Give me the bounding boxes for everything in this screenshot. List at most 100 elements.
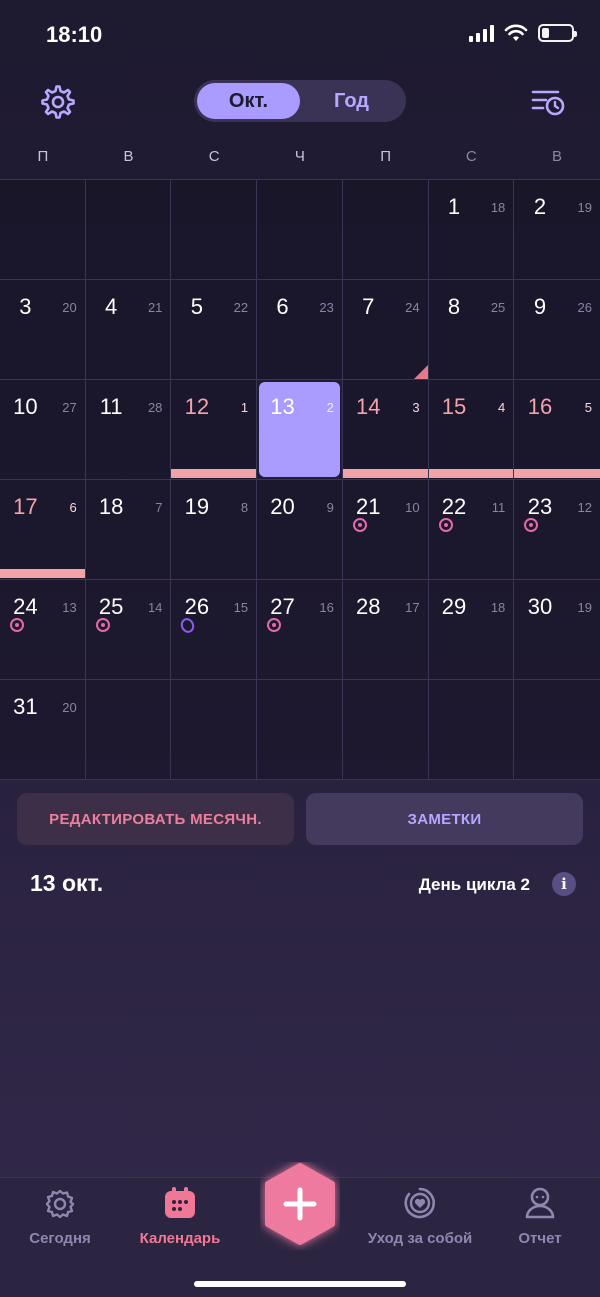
cycle-day-number: 21	[147, 300, 163, 315]
weekday-label: С	[465, 148, 477, 165]
tab-today[interactable]: Сегодня	[0, 1178, 120, 1258]
day-number: 12	[184, 394, 210, 419]
calendar-day-cell[interactable]: 26 15	[171, 580, 258, 680]
calendar-day-cell[interactable]: 18 7	[85, 480, 172, 580]
period-bar	[0, 569, 85, 578]
tab-calendar[interactable]: Календарь	[120, 1178, 240, 1258]
calendar-day-cell[interactable]: 30 19	[514, 580, 600, 680]
tab-label: Календарь	[139, 1230, 221, 1247]
calendar-day-cell[interactable]: 12 1	[171, 380, 258, 480]
day-number: 30	[527, 594, 553, 619]
calendar-day-cell[interactable]: 9 26	[514, 280, 600, 380]
day-number: 2	[533, 194, 547, 219]
day-number: 20	[270, 494, 295, 519]
day-number: 1	[447, 194, 461, 219]
calendar-day-cell[interactable]: 15 4	[428, 380, 515, 480]
calendar-empty-cell	[257, 180, 343, 280]
calendar-day-cell[interactable]: 19 8	[171, 480, 258, 580]
weekday-header: П В С Ч П С В	[0, 148, 600, 165]
day-number: 3	[19, 294, 32, 319]
day-number: 24	[13, 594, 38, 619]
calendar-day-cell[interactable]: 4 21	[85, 280, 172, 380]
day-number: 29	[441, 594, 467, 619]
cycle-day-number: 1	[240, 400, 249, 415]
tab-report[interactable]: Отчет	[480, 1178, 600, 1258]
calendar-day-cell[interactable]: 5 22	[171, 280, 258, 380]
cycle-day-number: 3	[412, 400, 420, 415]
edit-period-button[interactable]: РЕДАКТИРОВАТЬ МЕСЯЧН.	[17, 793, 294, 845]
day-number: 28	[356, 594, 381, 619]
tab-label: Отчет	[518, 1230, 562, 1247]
top-bar: Окт. Год	[0, 78, 600, 124]
day-number: 15	[441, 394, 467, 419]
signal-icon	[469, 24, 494, 42]
year-view-tab[interactable]: Год	[300, 83, 403, 119]
period-start-marker-icon	[413, 365, 428, 379]
ovulation-icon	[10, 618, 24, 632]
calendar-day-cell[interactable]: 16 5	[514, 380, 600, 480]
cycle-day-number: 22	[233, 300, 249, 315]
calendar-day-cell[interactable]: 20 9	[257, 480, 343, 580]
list-clock-icon	[531, 90, 565, 116]
calendar-day-cell[interactable]: 6 23	[257, 280, 343, 380]
weekday-label: П	[380, 148, 391, 165]
calendar-day-cell[interactable]: 24 13	[0, 580, 86, 680]
cycle-day-number: 9	[326, 500, 334, 515]
calendar-day-cell[interactable]: 29 18	[428, 580, 515, 680]
calendar-day-cell[interactable]: 14 3	[342, 380, 429, 480]
calendar-day-cell[interactable]: 2 19	[514, 180, 600, 280]
period-bar	[342, 469, 428, 478]
tab-self-care[interactable]: Уход за собой	[360, 1178, 480, 1258]
info-icon[interactable]: i	[552, 872, 576, 896]
calendar-day-cell[interactable]: 21 10	[342, 480, 429, 580]
calendar-day-cell[interactable]: 13 2	[257, 380, 343, 480]
day-number: 7	[362, 294, 375, 319]
cycle-day-number: 15	[233, 600, 249, 615]
month-view-tab[interactable]: Окт.	[197, 83, 300, 119]
calendar-day-cell[interactable]: 7 24	[342, 280, 429, 380]
ovulation-icon	[95, 618, 110, 632]
day-number: 31	[13, 694, 38, 719]
weekday-label: С	[208, 148, 220, 165]
cycle-day-number: 23	[319, 300, 334, 315]
cycle-day-number: 13	[62, 600, 77, 615]
day-number: 17	[13, 494, 38, 519]
day-number: 23	[527, 494, 553, 519]
calendar-grid: 1 18 2 19 3 20 4 21 5 22 6 23 7 24 8 25 9 26 10 27 11 28 12 1 13…	[0, 179, 600, 780]
wifi-icon	[504, 24, 528, 41]
cycle-day-number: 14	[147, 600, 163, 615]
cycle-day-number: 24	[405, 300, 420, 315]
calendar-empty-cell	[514, 680, 600, 780]
calendar-day-cell[interactable]: 1 18	[428, 180, 515, 280]
day-number: 9	[533, 294, 547, 319]
cycle-day-number: 20	[62, 300, 77, 315]
notes-button[interactable]: ЗАМЕТКИ	[306, 793, 583, 845]
cycle-day-number: 26	[577, 300, 592, 315]
calendar-day-cell[interactable]: 25 14	[85, 580, 172, 680]
cycle-day-number: 16	[319, 600, 334, 615]
day-number: 21	[356, 494, 381, 519]
calendar-day-cell[interactable]: 22 11	[428, 480, 515, 580]
cycle-day-number: 19	[577, 200, 592, 215]
calendar-day-cell[interactable]: 8 25	[428, 280, 515, 380]
calendar-day-cell[interactable]: 28 17	[342, 580, 429, 680]
day-number: 19	[184, 494, 210, 519]
calendar-day-cell[interactable]: 31 20	[0, 680, 86, 780]
day-number: 8	[447, 294, 461, 319]
calendar-empty-cell	[342, 180, 429, 280]
history-button[interactable]	[526, 80, 570, 124]
status-time: 18:10	[46, 22, 103, 47]
status-bar: 18:10	[0, 0, 600, 70]
calendar-day-cell[interactable]: 3 20	[0, 280, 86, 380]
calendar-day-cell[interactable]: 27 16	[257, 580, 343, 680]
add-button[interactable]	[260, 1162, 340, 1250]
cycle-day-number: 25	[490, 300, 506, 315]
cycle-day-number: 10	[405, 500, 420, 515]
settings-button[interactable]	[36, 80, 80, 124]
tab-label: Уход за собой	[367, 1230, 473, 1247]
calendar-day-cell[interactable]: 23 12	[514, 480, 600, 580]
calendar-day-cell[interactable]: 11 28	[85, 380, 172, 480]
calendar-day-cell[interactable]: 17 6	[0, 480, 86, 580]
day-number: 22	[441, 494, 467, 519]
calendar-day-cell[interactable]: 10 27	[0, 380, 86, 480]
